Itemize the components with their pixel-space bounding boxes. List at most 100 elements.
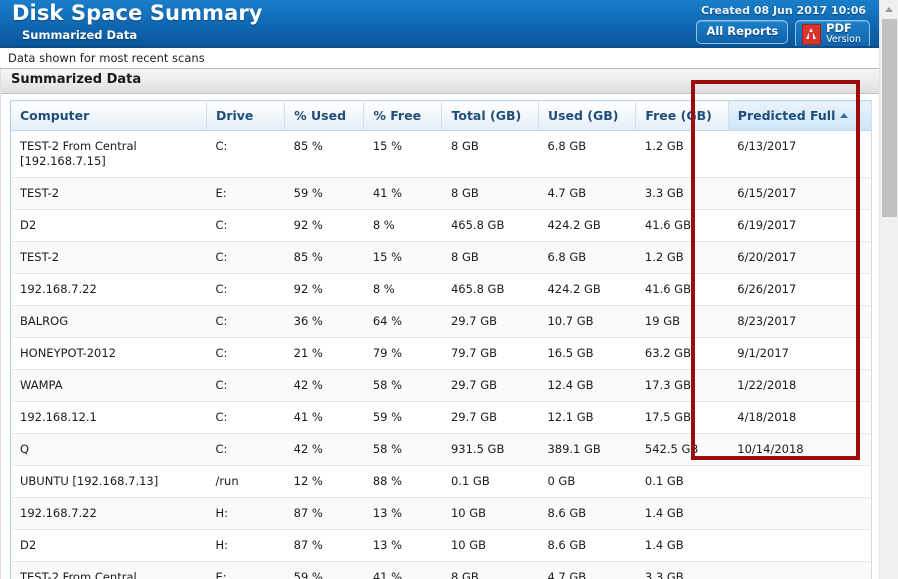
table-row[interactable]: D2H:87 %13 %10 GB8.6 GB1.4 GB — [11, 530, 872, 562]
cell-pct_used: 42 % — [285, 434, 364, 466]
cell-used_gb: 424.2 GB — [538, 274, 635, 306]
cell-computer: UBUNTU [192.168.7.13] — [11, 466, 207, 498]
scroll-up-arrow-icon[interactable] — [880, 0, 898, 18]
cell-predicted_full: 6/15/2017 — [728, 178, 871, 210]
cell-pct_used: 41 % — [285, 402, 364, 434]
column-header-drive[interactable]: Drive — [206, 101, 284, 131]
page-left-rule — [0, 69, 1, 579]
column-header-label: Free (GB) — [645, 108, 711, 123]
cell-pct_used: 87 % — [285, 530, 364, 562]
banner-actions: All Reports PDF Version — [696, 20, 870, 48]
cell-total_gb: 29.7 GB — [442, 370, 538, 402]
table-row[interactable]: BALROGC:36 %64 %29.7 GB10.7 GB19 GB8/23/… — [11, 306, 872, 338]
cell-predicted_full: 6/19/2017 — [728, 210, 871, 242]
cell-predicted_full — [728, 466, 871, 498]
report-banner: Disk Space Summary Summarized Data Creat… — [0, 0, 880, 48]
cell-used_gb: 6.8 GB — [538, 131, 635, 178]
cell-total_gb: 8 GB — [442, 562, 538, 579]
table-header: Computer Drive % Used % Free Total (GB) Used … — [11, 101, 872, 131]
table-row[interactable]: TEST-2E:59 %41 %8 GB4.7 GB3.3 GB6/15/201… — [11, 178, 872, 210]
cell-total_gb: 79.7 GB — [442, 338, 538, 370]
cell-computer: TEST-2 From Central [192.168.7.15] — [11, 131, 207, 178]
table-row[interactable]: D2C:92 %8 %465.8 GB424.2 GB41.6 GB6/19/2… — [11, 210, 872, 242]
column-header-predicted_full[interactable]: Predicted Full — [728, 101, 871, 131]
cell-drive: H: — [206, 498, 284, 530]
cell-used_gb: 389.1 GB — [538, 434, 635, 466]
cell-used_gb: 0 GB — [538, 466, 635, 498]
cell-computer: D2 — [11, 210, 207, 242]
table-row[interactable]: 192.168.12.1C:41 %59 %29.7 GB12.1 GB17.5… — [11, 402, 872, 434]
cell-total_gb: 29.7 GB — [442, 402, 538, 434]
section-title: Summarized Data — [11, 72, 141, 87]
pdf-label-line1: PDF — [826, 23, 861, 34]
column-header-computer[interactable]: Computer — [11, 101, 207, 131]
cell-pct_free: 8 % — [364, 210, 442, 242]
cell-total_gb: 0.1 GB — [442, 466, 538, 498]
page-title: Disk Space Summary — [12, 1, 263, 25]
cell-pct_used: 21 % — [285, 338, 364, 370]
vertical-scrollbar[interactable] — [879, 0, 898, 579]
table-row[interactable]: HONEYPOT-2012C:21 %79 %79.7 GB16.5 GB63.… — [11, 338, 872, 370]
table-row[interactable]: TEST-2C:85 %15 %8 GB6.8 GB1.2 GB6/20/201… — [11, 242, 872, 274]
cell-free_gb: 41.6 GB — [636, 274, 728, 306]
cell-drive: C: — [206, 131, 284, 178]
cell-predicted_full — [728, 530, 871, 562]
table-row[interactable]: TEST-2 From Central [192.168.7.15]C:85 %… — [11, 131, 872, 178]
pdf-label-line2: Version — [826, 34, 861, 45]
cell-predicted_full — [728, 562, 871, 579]
cell-drive: C: — [206, 402, 284, 434]
cell-used_gb: 10.7 GB — [538, 306, 635, 338]
cell-used_gb: 12.4 GB — [538, 370, 635, 402]
cell-free_gb: 3.3 GB — [636, 562, 728, 579]
data-scope-note: Data shown for most recent scans — [8, 51, 205, 65]
cell-total_gb: 931.5 GB — [442, 434, 538, 466]
cell-pct_free: 58 % — [364, 370, 442, 402]
cell-used_gb: 8.6 GB — [538, 530, 635, 562]
cell-computer: WAMPA — [11, 370, 207, 402]
column-header-label: Drive — [216, 108, 253, 123]
scrollbar-thumb[interactable] — [882, 19, 897, 217]
cell-pct_used: 87 % — [285, 498, 364, 530]
column-header-label: Computer — [20, 108, 89, 123]
cell-pct_used: 36 % — [285, 306, 364, 338]
cell-used_gb: 16.5 GB — [538, 338, 635, 370]
cell-pct_free: 58 % — [364, 434, 442, 466]
column-header-pct_free[interactable]: % Free — [364, 101, 442, 131]
cell-predicted_full: 8/23/2017 — [728, 306, 871, 338]
cell-used_gb: 4.7 GB — [538, 562, 635, 579]
column-header-label: Used (GB) — [548, 108, 619, 123]
cell-total_gb: 10 GB — [442, 498, 538, 530]
cell-total_gb: 10 GB — [442, 530, 538, 562]
table-row[interactable]: WAMPAC:42 %58 %29.7 GB12.4 GB17.3 GB1/22… — [11, 370, 872, 402]
column-header-free_gb[interactable]: Free (GB) — [636, 101, 728, 131]
cell-pct_free: 59 % — [364, 402, 442, 434]
table-row[interactable]: QC:42 %58 %931.5 GB389.1 GB542.5 GB10/14… — [11, 434, 872, 466]
cell-total_gb: 8 GB — [442, 178, 538, 210]
cell-predicted_full: 6/20/2017 — [728, 242, 871, 274]
cell-pct_free: 13 % — [364, 498, 442, 530]
cell-predicted_full: 6/26/2017 — [728, 274, 871, 306]
cell-pct_used: 92 % — [285, 274, 364, 306]
table-row[interactable]: TEST-2 From Central [192.168.7.15]E:59 %… — [11, 562, 872, 579]
cell-computer: HONEYPOT-2012 — [11, 338, 207, 370]
column-header-label: Predicted Full — [738, 108, 836, 123]
cell-free_gb: 3.3 GB — [636, 178, 728, 210]
table-row[interactable]: UBUNTU [192.168.7.13]/run12 %88 %0.1 GB0… — [11, 466, 872, 498]
cell-computer: TEST-2 — [11, 242, 207, 274]
disk-space-table: Computer Drive % Used % Free Total (GB) Used … — [10, 100, 872, 579]
table-row[interactable]: 192.168.7.22H:87 %13 %10 GB8.6 GB1.4 GB — [11, 498, 872, 530]
sort-ascending-icon — [840, 113, 848, 118]
created-timestamp: Created 08 Jun 2017 10:06 — [701, 4, 866, 17]
section-header: Summarized Data — [0, 69, 880, 94]
cell-predicted_full: 4/18/2018 — [728, 402, 871, 434]
cell-total_gb: 465.8 GB — [442, 210, 538, 242]
column-header-used_gb[interactable]: Used (GB) — [538, 101, 635, 131]
column-header-pct_used[interactable]: % Used — [285, 101, 364, 131]
column-header-label: % Free — [373, 108, 421, 123]
column-header-total_gb[interactable]: Total (GB) — [442, 101, 538, 131]
cell-pct_free: 41 % — [364, 178, 442, 210]
pdf-version-button[interactable]: PDF Version — [795, 20, 870, 48]
cell-total_gb: 29.7 GB — [442, 306, 538, 338]
all-reports-button[interactable]: All Reports — [696, 20, 788, 44]
table-row[interactable]: 192.168.7.22C:92 %8 %465.8 GB424.2 GB41.… — [11, 274, 872, 306]
